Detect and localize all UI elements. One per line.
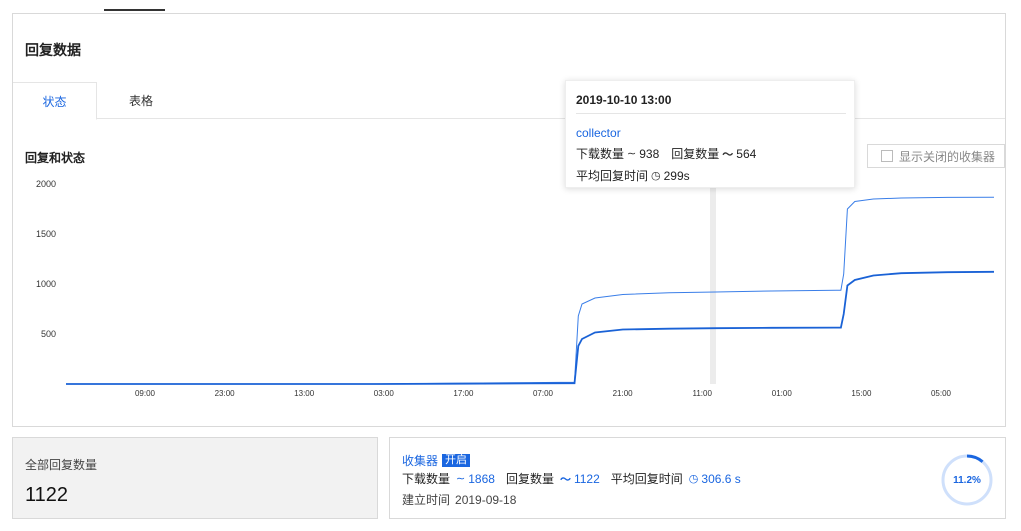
tooltip-avg-value: 299s <box>663 168 690 183</box>
created-date: 建立时间 2019-09-18 <box>402 491 516 508</box>
x-tick-label: 17:00 <box>453 389 474 398</box>
total-replies-card: 全部回复数量 1122 <box>12 437 378 519</box>
clock-icon: ◷ <box>651 170 661 182</box>
chart-tooltip: 2019-10-10 13:00 collector 下载数量 ∼ 938 回复… <box>565 80 855 188</box>
created-value: 2019-09-18 <box>455 493 517 507</box>
series-line-reply <box>66 270 995 385</box>
x-tick-label: 05:00 <box>931 389 952 398</box>
x-tick-label: 15:00 <box>851 389 872 398</box>
tooltip-series-name: collector <box>576 126 621 140</box>
x-tick-label: 03:00 <box>374 389 395 398</box>
x-tick-label: 21:00 <box>613 389 634 398</box>
wave-icon: ∼ <box>627 148 637 160</box>
tooltip-reply-label: 回复数量 <box>671 147 720 161</box>
y-tick-label: 2000 <box>36 179 56 189</box>
reply-label: 回复数量 <box>505 472 554 486</box>
y-tick-label: 500 <box>41 329 56 339</box>
collector-name-link[interactable]: 收集器 <box>402 452 438 469</box>
x-tick-label: 11:00 <box>692 389 712 398</box>
wave-icon: ∼ <box>456 473 466 485</box>
x-tick-label: 23:00 <box>215 389 236 398</box>
collector-card[interactable]: 收集器 开启 下载数量 ∼ 1868 回复数量 〜 1122 平均回复时间 ◷ … <box>389 437 1006 519</box>
total-replies-value: 1122 <box>25 484 69 506</box>
x-tick-label: 07:00 <box>533 389 554 398</box>
avg-value: 306.6 s <box>701 471 741 486</box>
tooltip-avg-label: 平均回复时间 <box>576 169 649 183</box>
tooltip-download-value: 938 <box>639 146 660 161</box>
y-tick-label: 1500 <box>36 229 56 239</box>
x-tick-label: 09:00 <box>135 389 156 398</box>
x-tick-label: 13:00 <box>294 389 315 398</box>
percent-label: 11.2% <box>953 474 981 486</box>
y-tick-label: 1000 <box>36 279 56 289</box>
x-tick-label: 01:00 <box>772 389 793 398</box>
clock-icon: ◷ <box>688 473 699 485</box>
created-label: 建立时间 <box>402 493 451 507</box>
collector-header: 收集器 开启 <box>402 452 471 469</box>
reply-value: 1122 <box>573 471 600 486</box>
download-label: 下载数量 <box>402 472 451 486</box>
tooltip-reply-value: 564 <box>736 146 757 161</box>
tooltip-avg: 平均回复时间 ◷ 299s <box>576 167 844 184</box>
trend-icon: 〜 <box>559 473 571 486</box>
avg-label: 平均回复时间 <box>610 472 683 486</box>
download-value: 1868 <box>468 471 495 486</box>
tooltip-counts: 下载数量 ∼ 938 回复数量 〜 564 <box>576 145 844 162</box>
tooltip-download-label: 下载数量 <box>576 147 625 161</box>
total-replies-label: 全部回复数量 <box>25 458 98 472</box>
status-badge: 开启 <box>442 454 471 467</box>
series-line-download <box>66 196 995 385</box>
trend-icon: 〜 <box>722 148 734 161</box>
hover-band <box>710 184 716 384</box>
collector-stats: 下载数量 ∼ 1868 回复数量 〜 1122 平均回复时间 ◷ 306.6 s <box>402 470 741 487</box>
tooltip-date: 2019-10-10 13:00 <box>576 93 846 114</box>
